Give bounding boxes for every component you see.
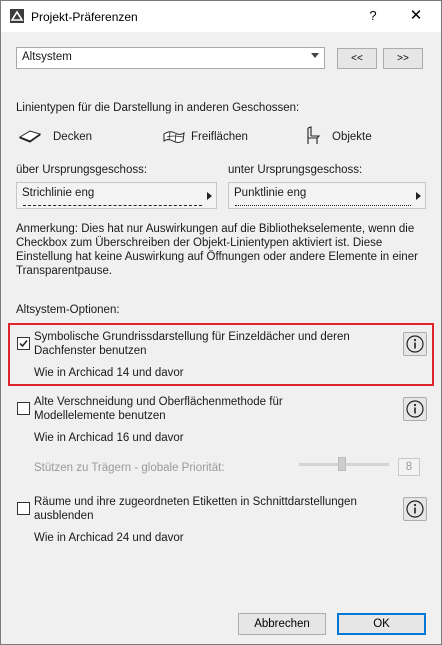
option-label: Alte Verschneidung und Oberflächenmethod…: [34, 396, 283, 422]
info-button[interactable]: [403, 397, 427, 421]
info-icon: [406, 400, 424, 418]
preferences-dialog: Projekt-Präferenzen ? ✕ Altsystem << >> …: [0, 0, 442, 645]
info-button[interactable]: [403, 497, 427, 521]
page-select-value: Altsystem: [22, 51, 72, 63]
info-icon: [406, 335, 424, 353]
column-beam-priority-label: Stützen zu Trägern - globale Priorität:: [34, 462, 225, 474]
page-select[interactable]: Altsystem: [16, 47, 325, 69]
checkmark-icon: [19, 340, 28, 348]
close-button[interactable]: ✕: [399, 5, 433, 27]
option-checkbox[interactable]: [17, 402, 30, 415]
archicad-app-icon: [10, 9, 24, 23]
priority-value-field[interactable]: 8: [398, 458, 420, 476]
next-page-button[interactable]: >>: [383, 48, 423, 69]
legacy-options-heading: Altsystem-Optionen:: [16, 304, 120, 316]
below-story-linetype-value: Punktlinie eng: [234, 187, 307, 199]
linetype-item-label: Freiflächen: [191, 131, 248, 143]
priority-slider-thumb[interactable]: [338, 457, 346, 471]
linetypes-note: Anmerkung: Dies hat nur Auswirkungen auf…: [16, 223, 418, 277]
info-icon: [406, 500, 424, 518]
option-checkbox[interactable]: [17, 502, 30, 515]
help-button[interactable]: ?: [359, 5, 387, 27]
option-version-note: Wie in Archicad 14 und davor: [34, 367, 184, 379]
option-label: Symbolische Grundrissdarstellung für Ein…: [34, 331, 350, 357]
above-story-linetype-picker[interactable]: Strichlinie eng: [16, 182, 217, 209]
option-version-note: Wie in Archicad 24 und davor: [34, 532, 184, 544]
chevron-down-icon: [311, 53, 319, 58]
option-version-note: Wie in Archicad 16 und davor: [34, 432, 184, 444]
option-label: Räume und ihre zugeordneten Etiketten in…: [34, 496, 357, 522]
info-button[interactable]: [403, 332, 427, 356]
below-story-label: unter Ursprungsgeschoss:: [228, 164, 363, 176]
triangle-right-icon: [416, 192, 421, 200]
option-checkbox[interactable]: [17, 337, 30, 350]
slab-icon: [18, 130, 42, 143]
dotted-line-preview: [235, 205, 411, 206]
window-title: Projekt-Präferenzen: [31, 10, 138, 24]
above-story-label: über Ursprungsgeschoss:: [16, 164, 148, 176]
linetypes-heading: Linientypen für die Darstellung in ander…: [16, 102, 300, 114]
below-story-linetype-picker[interactable]: Punktlinie eng: [228, 182, 426, 209]
title-bar: Projekt-Präferenzen ? ✕: [1, 1, 441, 32]
chair-icon: [307, 126, 321, 144]
previous-page-button[interactable]: <<: [337, 48, 377, 69]
ok-button[interactable]: OK: [337, 613, 426, 635]
cancel-button[interactable]: Abbrechen: [238, 613, 326, 635]
triangle-right-icon: [207, 192, 212, 200]
linetype-item-label: Decken: [53, 131, 92, 143]
mesh-icon: [163, 131, 185, 143]
above-story-linetype-value: Strichlinie eng: [22, 187, 95, 199]
linetype-item-label: Objekte: [332, 131, 372, 143]
dashed-line-preview: [23, 205, 202, 206]
